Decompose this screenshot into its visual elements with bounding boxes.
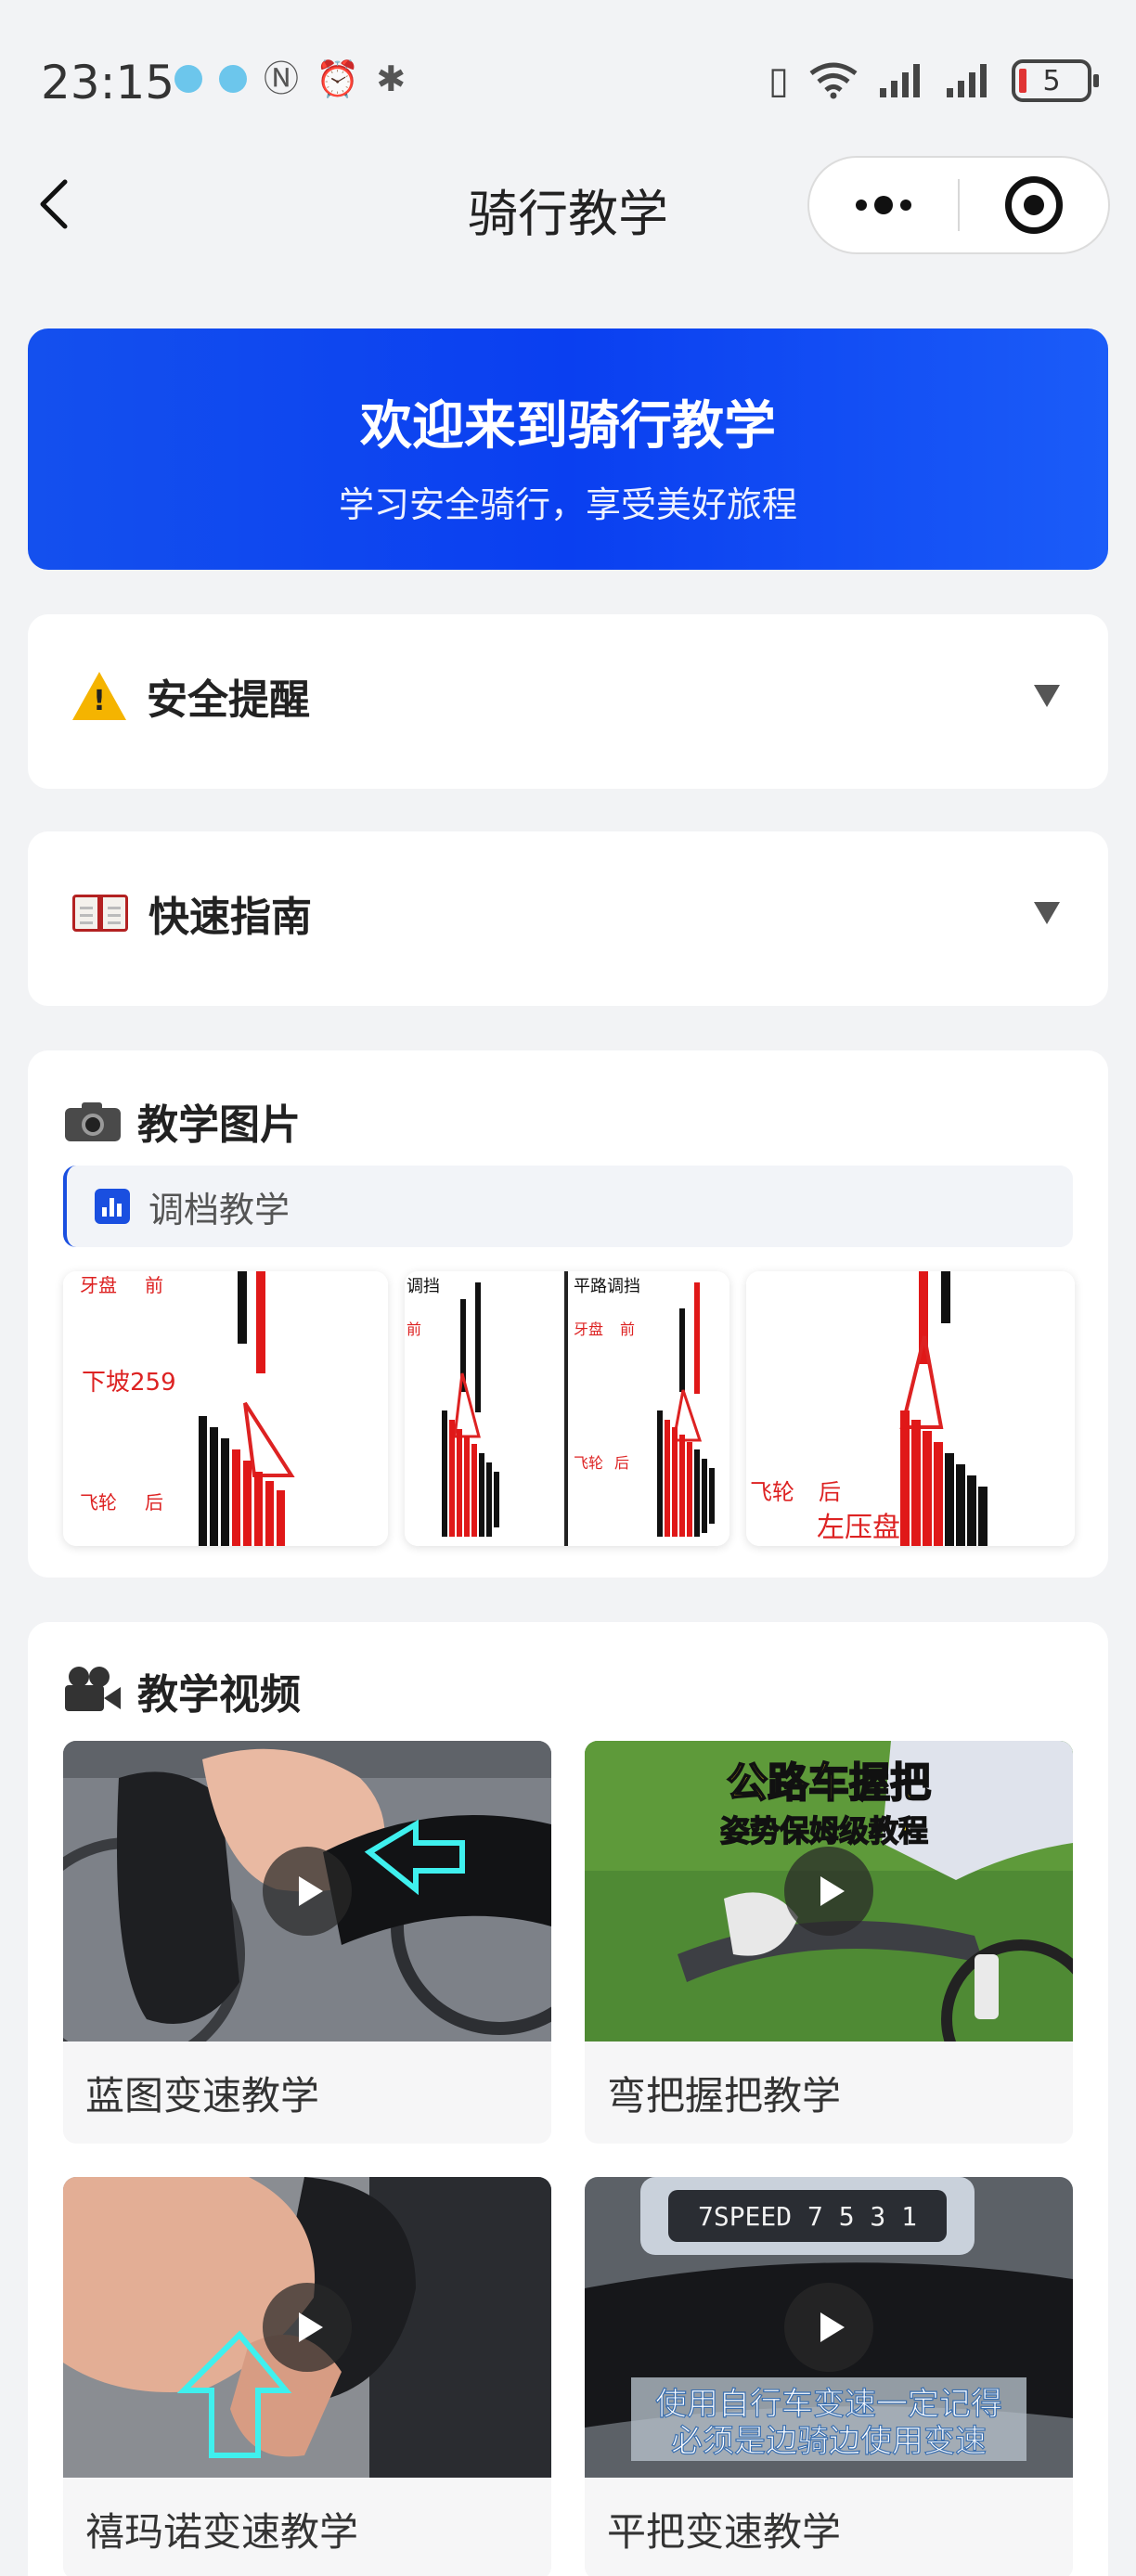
- play-icon[interactable]: [784, 2283, 873, 2372]
- image-thumbnail[interactable]: 飞轮 后 左压盘: [746, 1271, 1075, 1546]
- video-title: 禧玛诺变速教学: [85, 2508, 359, 2555]
- notification-dot-icon: [219, 65, 247, 93]
- svg-text:下坡259: 下坡259: [82, 1369, 176, 1397]
- welcome-subtitle: 学习安全骑行，享受美好旅程: [338, 484, 797, 525]
- more-dot-icon: [856, 200, 867, 211]
- camera-icon: [65, 1101, 121, 1141]
- more-dot-icon: [874, 196, 893, 214]
- image-thumbnail[interactable]: 牙盘 前 下坡259 飞轮 后: [63, 1271, 388, 1546]
- teaching-images-section: 教学图片 调档教学 牙盘 前 下坡259 飞轮 后 调挡 前 平路调挡 牙盘 前…: [28, 1050, 1108, 1578]
- welcome-banner: 欢迎来到骑行教学 学习安全骑行，享受美好旅程: [28, 328, 1108, 570]
- wifi-icon: [809, 62, 858, 99]
- gear-shift-tab[interactable]: 调档教学: [63, 1166, 1073, 1247]
- bar-chart-icon: [95, 1189, 130, 1224]
- more-dot-icon: [900, 200, 911, 211]
- status-time: 23:15: [41, 56, 175, 109]
- close-button[interactable]: [960, 176, 1108, 234]
- video-card[interactable]: 公路车握把 姿势保姆级教程 弯把握把教学: [585, 1741, 1073, 2144]
- svg-text:飞轮: 飞轮: [574, 1454, 603, 1472]
- svg-text:后: 后: [614, 1454, 629, 1472]
- video-thumbnail[interactable]: 公路车握把 姿势保姆级教程: [585, 1741, 1073, 2041]
- gear-chart-image: 牙盘 前 下坡259 飞轮 后: [63, 1271, 388, 1546]
- expand-arrow-icon[interactable]: [1034, 685, 1060, 707]
- quick-guide-header: 快速指南: [72, 883, 312, 943]
- more-button[interactable]: [809, 158, 958, 252]
- quick-guide-panel[interactable]: 快速指南: [28, 831, 1108, 1006]
- signal-icon: [947, 64, 987, 97]
- svg-text:飞轮: 飞轮: [80, 1491, 117, 1513]
- safety-reminder-title: 安全提醒: [147, 676, 310, 724]
- svg-text:7SPEED 7 5 3 1: 7SPEED 7 5 3 1: [698, 2201, 917, 2232]
- video-title: 平把变速教学: [607, 2508, 842, 2555]
- svg-text:前: 前: [407, 1320, 421, 1338]
- svg-text:平路调挡: 平路调挡: [574, 1277, 640, 1296]
- svg-text:后: 后: [819, 1479, 841, 1505]
- video-thumbnail[interactable]: [63, 2177, 551, 2478]
- svg-text:前: 前: [145, 1274, 163, 1296]
- teaching-images-title: 教学图片: [137, 1101, 301, 1149]
- image-thumbnail[interactable]: 调挡 前 平路调挡 牙盘 前 飞轮 后: [405, 1271, 729, 1546]
- video-title: 弯把握把教学: [607, 2072, 842, 2119]
- svg-text:调挡: 调挡: [407, 1277, 440, 1296]
- image-thumbnails: 牙盘 前 下坡259 飞轮 后 调挡 前 平路调挡 牙盘 前 飞轮 后 飞轮 后…: [63, 1271, 1075, 1546]
- vibrate-icon: ▯: [768, 59, 789, 102]
- svg-text:左压盘: 左压盘: [817, 1512, 900, 1544]
- signal-icon: [880, 64, 920, 97]
- svg-text:飞轮: 飞轮: [750, 1479, 794, 1505]
- quick-guide-title: 快速指南: [148, 894, 312, 941]
- video-thumbnail[interactable]: [63, 1741, 551, 2041]
- video-thumbnail[interactable]: 7SPEED 7 5 3 1 使用自行车变速一定记得 必须是边骑边使用变速: [585, 2177, 1073, 2478]
- svg-text:使用自行车变速一定记得: 使用自行车变速一定记得: [655, 2386, 1002, 2423]
- alarm-icon: ⏰: [316, 58, 360, 99]
- teaching-images-header: 教学图片: [65, 1091, 301, 1151]
- safety-reminder-header: ! 安全提醒: [72, 666, 310, 726]
- expand-arrow-icon[interactable]: [1034, 902, 1060, 924]
- status-left-icons: Ⓝ ⏰ ✱: [174, 61, 406, 97]
- gear-chart-image: 调挡 前 平路调挡 牙盘 前 飞轮 后: [405, 1271, 729, 1546]
- warning-icon: !: [72, 672, 126, 720]
- video-title: 蓝图变速教学: [85, 2072, 320, 2119]
- status-bar: 23:15 Ⓝ ⏰ ✱ ▯ 5: [0, 0, 1136, 158]
- svg-text:牙盘: 牙盘: [574, 1320, 603, 1338]
- movie-camera-icon: [65, 1667, 121, 1715]
- status-right-icons: ▯ 5: [768, 59, 1099, 102]
- video-card[interactable]: 蓝图变速教学: [63, 1741, 551, 2144]
- video-card[interactable]: 7SPEED 7 5 3 1 使用自行车变速一定记得 必须是边骑边使用变速 平把…: [585, 2177, 1073, 2576]
- teaching-videos-section: 教学视频 蓝图变速教学 公路车握把 姿势保姆级教程 弯把握把教学 禧玛诺变速教学…: [28, 1622, 1108, 2576]
- play-icon[interactable]: [784, 1847, 873, 1936]
- battery-icon: 5: [1012, 59, 1099, 102]
- bluetooth-icon: ✱: [376, 58, 407, 99]
- svg-text:前: 前: [620, 1320, 635, 1338]
- gear-shift-tab-label: 调档教学: [148, 1189, 290, 1230]
- nfc-icon: Ⓝ: [264, 58, 300, 99]
- teaching-videos-header: 教学视频: [65, 1661, 301, 1720]
- svg-text:牙盘: 牙盘: [80, 1274, 117, 1296]
- notification-dot-icon: [174, 65, 202, 93]
- play-icon[interactable]: [263, 1847, 352, 1936]
- svg-text:必须是边骑边使用变速: 必须是边骑边使用变速: [671, 2423, 987, 2460]
- svg-text:后: 后: [145, 1491, 163, 1513]
- target-close-icon: [1005, 176, 1063, 234]
- play-icon[interactable]: [263, 2283, 352, 2372]
- book-icon: [72, 891, 128, 935]
- video-card[interactable]: 禧玛诺变速教学: [63, 2177, 551, 2576]
- safety-reminder-panel[interactable]: ! 安全提醒: [28, 614, 1108, 789]
- mini-program-capsule: [807, 156, 1110, 254]
- gear-chart-image: 飞轮 后 左压盘: [746, 1271, 1075, 1546]
- teaching-videos-title: 教学视频: [137, 1671, 301, 1719]
- svg-text:姿势保姆级教程: 姿势保姆级教程: [720, 1813, 928, 1848]
- welcome-title: 欢迎来到骑行教学: [360, 396, 776, 457]
- svg-text:公路车握把: 公路车握把: [727, 1759, 931, 1807]
- battery-level: 5: [1042, 64, 1061, 97]
